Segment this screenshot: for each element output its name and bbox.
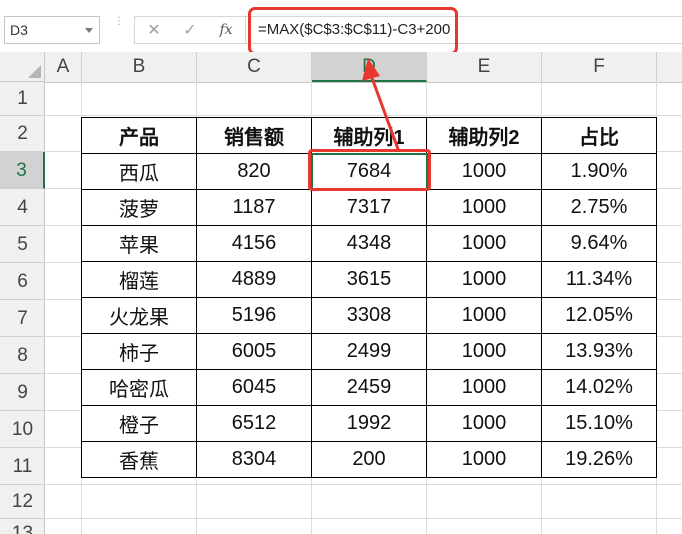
column-header-c[interactable]: C [197,52,312,82]
table-cell[interactable]: 1000 [426,261,542,298]
row-header-2[interactable]: 2 [0,116,45,152]
table-cell[interactable]: 5196 [196,297,312,334]
header-cell[interactable]: 辅助列2 [426,117,542,154]
row-header-7[interactable]: 7 [0,300,45,337]
table-cell[interactable]: 2459 [311,369,427,406]
row-header-6[interactable]: 6 [0,263,45,300]
row-header-10[interactable]: 10 [0,411,45,448]
table-cell[interactable]: 火龙果 [81,297,197,334]
table-cell[interactable]: 橙子 [81,405,197,442]
insert-function-icon[interactable]: fx [213,19,239,41]
cell-highlight-box [308,149,431,191]
table-cell[interactable]: 1000 [426,297,542,334]
table-cell[interactable]: 4156 [196,225,312,262]
table-cell[interactable]: 1000 [426,225,542,262]
table-cell[interactable]: 4889 [196,261,312,298]
table-cell[interactable]: 11.34% [541,261,657,298]
table-cell[interactable]: 1000 [426,405,542,442]
table-cell[interactable]: 2499 [311,333,427,370]
column-header-b[interactable]: B [82,52,197,82]
table-cell[interactable]: 2.75% [541,189,657,226]
row-header-4[interactable]: 4 [0,189,45,226]
table-row: 柿子 6005 2499 1000 13.93% [81,333,657,370]
more-options-icon: ⋮ [114,16,124,27]
table-cell[interactable]: 1.90% [541,153,657,190]
table-cell[interactable]: 1000 [426,189,542,226]
table-cell[interactable]: 西瓜 [81,153,197,190]
table-cell[interactable]: 200 [311,441,427,478]
row-header-13[interactable]: 13 [0,519,45,534]
row-header-1[interactable]: 1 [0,82,45,116]
table-cell[interactable]: 1000 [426,333,542,370]
table-cell[interactable]: 苹果 [81,225,197,262]
chevron-down-icon[interactable] [85,28,93,33]
table-cell[interactable]: 哈密瓜 [81,369,197,406]
row-header-8[interactable]: 8 [0,337,45,374]
table-cell[interactable]: 3615 [311,261,427,298]
table-cell[interactable]: 6512 [196,405,312,442]
column-header-e[interactable]: E [427,52,542,82]
table-row: 榴莲 4889 3615 1000 11.34% [81,261,657,298]
table-cell[interactable]: 820 [196,153,312,190]
table-cell[interactable]: 13.93% [541,333,657,370]
select-all-icon [28,65,41,78]
table-cell[interactable]: 7317 [311,189,427,226]
table-cell[interactable]: 柿子 [81,333,197,370]
row-header-5[interactable]: 5 [0,226,45,263]
table-cell[interactable]: 6005 [196,333,312,370]
table-cell[interactable]: 4348 [311,225,427,262]
table-cell[interactable]: 15.10% [541,405,657,442]
column-header-g[interactable] [657,52,682,82]
row-header-11[interactable]: 11 [0,448,45,485]
column-header-f[interactable]: F [542,52,657,82]
name-box[interactable]: D3 [4,16,100,44]
header-cell[interactable]: 产品 [81,117,197,154]
table-cell[interactable]: 19.26% [541,441,657,478]
formula-buttons: ✕ ✓ fx [134,16,246,44]
table-cell[interactable]: 香蕉 [81,441,197,478]
table-cell[interactable]: 1000 [426,153,542,190]
table-row: 橙子 6512 1992 1000 15.10% [81,405,657,442]
table-cell[interactable]: 6045 [196,369,312,406]
table-cell[interactable]: 14.02% [541,369,657,406]
table-cell[interactable]: 菠萝 [81,189,197,226]
row-header-3[interactable]: 3 [0,152,45,189]
column-header-a[interactable]: A [45,52,82,82]
table-cell[interactable]: 3308 [311,297,427,334]
select-all-corner[interactable] [0,52,45,82]
table-cell[interactable]: 1187 [196,189,312,226]
table-cell[interactable]: 12.05% [541,297,657,334]
header-cell[interactable]: 占比 [541,117,657,154]
table-cell[interactable]: 榴莲 [81,261,197,298]
formula-highlight-box [248,7,458,55]
table-cell[interactable]: 1000 [426,441,542,478]
table-row: 哈密瓜 6045 2459 1000 14.02% [81,369,657,406]
name-box-value: D3 [10,22,28,38]
table-cell[interactable]: 1992 [311,405,427,442]
row-header-bar: 1 2 3 4 5 6 7 8 9 10 11 12 13 [0,82,45,534]
table-cell[interactable]: 9.64% [541,225,657,262]
check-icon[interactable]: ✓ [177,19,203,41]
column-header-d[interactable]: D [312,52,427,82]
table-row: 香蕉 8304 200 1000 19.26% [81,441,657,478]
table-cell[interactable]: 1000 [426,369,542,406]
table-row: 苹果 4156 4348 1000 9.64% [81,225,657,262]
row-header-12[interactable]: 12 [0,485,45,519]
table-row: 菠萝 1187 7317 1000 2.75% [81,189,657,226]
cancel-icon[interactable]: ✕ [141,19,167,41]
table-cell[interactable]: 8304 [196,441,312,478]
row-header-9[interactable]: 9 [0,374,45,411]
table-row: 火龙果 5196 3308 1000 12.05% [81,297,657,334]
header-cell[interactable]: 销售额 [196,117,312,154]
